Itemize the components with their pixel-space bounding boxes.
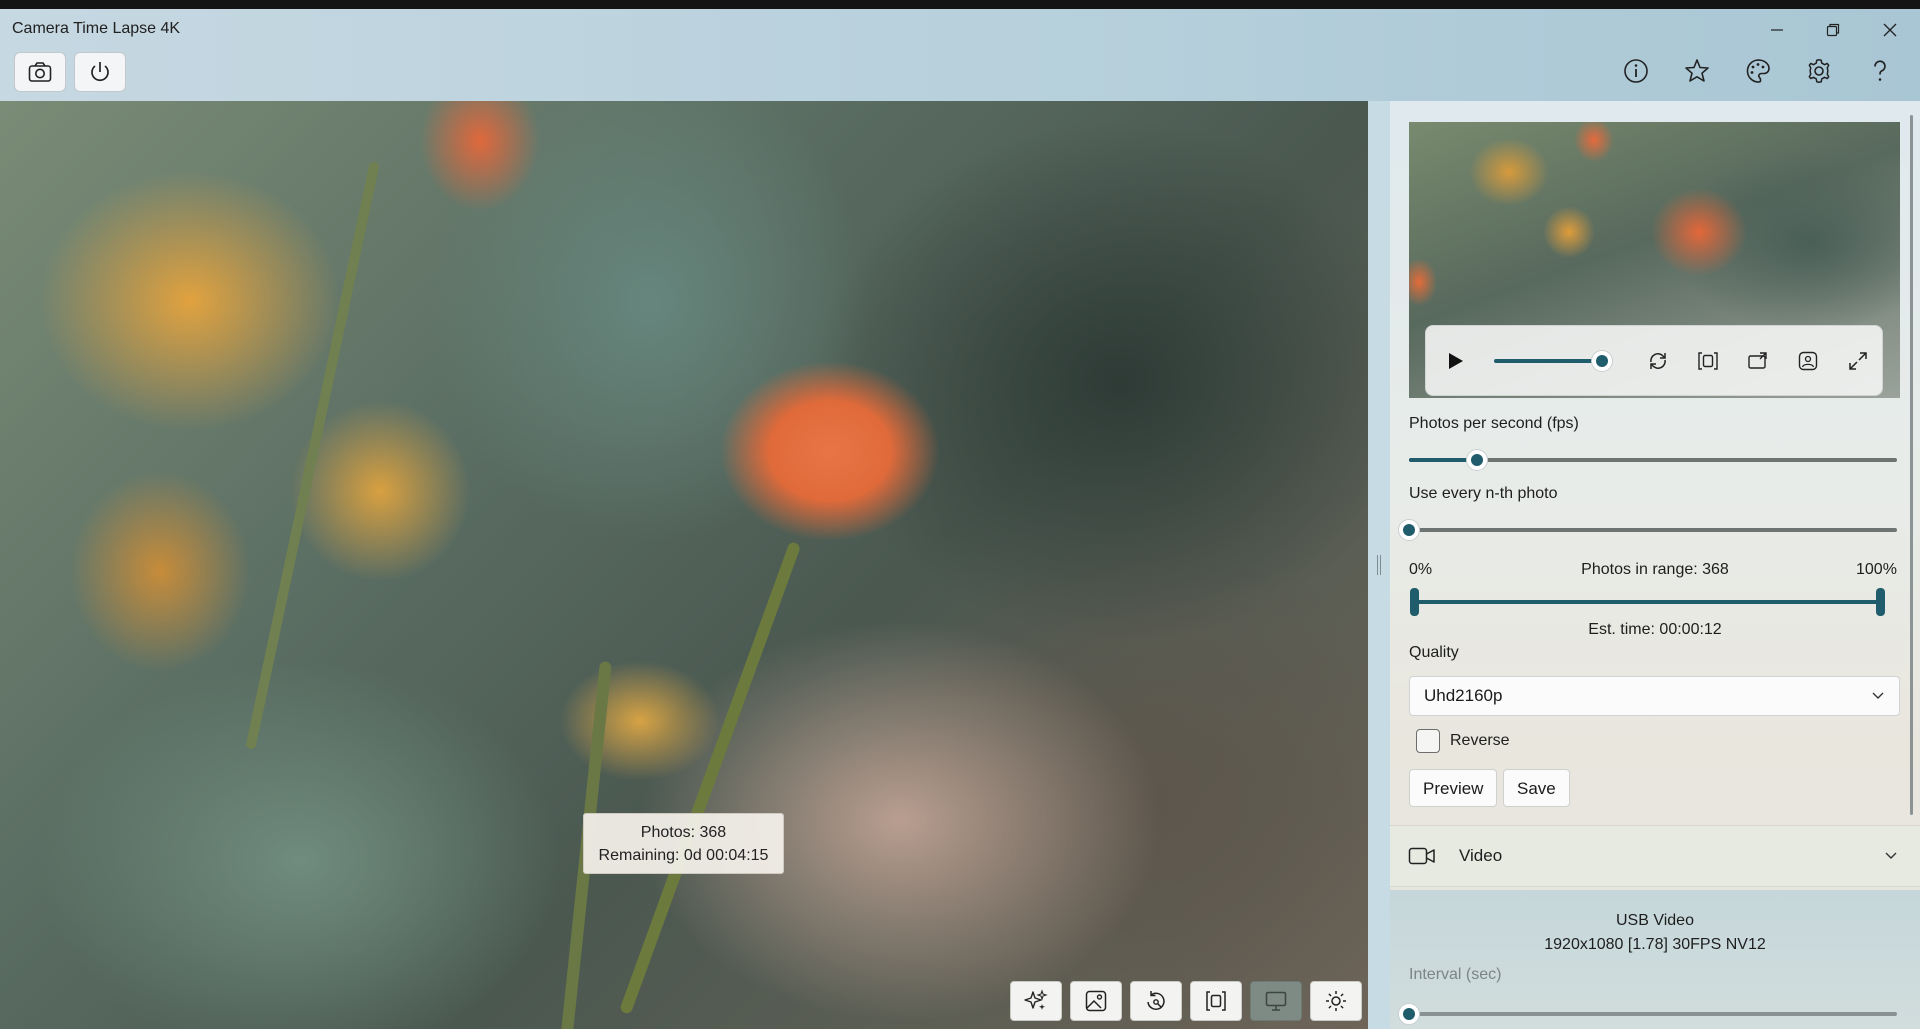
interval-slider-thumb[interactable]: [1398, 1003, 1420, 1025]
video-format: 1920x1080 [1.78] 30FPS NV12: [1544, 936, 1766, 953]
minimize-icon[interactable]: [1757, 17, 1797, 43]
nth-photo-track[interactable]: [1409, 528, 1897, 532]
fullscreen-button[interactable]: [1843, 346, 1873, 376]
capture-status-box: Photos: 368 Remaining: 0d 00:04:15: [583, 813, 784, 874]
enhance-button[interactable]: [1010, 981, 1062, 1021]
top-strip: [0, 0, 1920, 9]
play-icon: [1449, 353, 1463, 369]
interval-label: Interval (sec): [1409, 966, 1502, 983]
estimated-time: Est. time: 00:00:12: [1588, 621, 1722, 638]
aspect-icon: [1698, 352, 1718, 370]
cast-icon: [1748, 352, 1767, 369]
photos-count: Photos: 368: [640, 824, 727, 841]
rotate-icon: [1147, 991, 1165, 1011]
brightness-button[interactable]: [1310, 981, 1362, 1021]
volume-track[interactable]: [1494, 359, 1602, 363]
reverse-label: Reverse: [1450, 732, 1510, 749]
brightness-icon: [1326, 991, 1346, 1011]
magic-sparkle-icon: [1024, 989, 1048, 1010]
settings-panel: Photos per second (fps) Use every n-th p…: [1390, 101, 1920, 1029]
volume-thumb[interactable]: [1591, 350, 1613, 372]
power-icon: [91, 62, 109, 82]
media-player-controls: [1425, 325, 1883, 396]
range-track[interactable]: [1414, 600, 1880, 604]
nth-photo-label: Use every n-th photo: [1409, 485, 1558, 502]
camera-button[interactable]: [14, 52, 66, 92]
video-expander-header[interactable]: Video: [1390, 826, 1920, 887]
title-bar: Camera Time Lapse 4K: [0, 9, 1920, 101]
fps-slider-thumb[interactable]: [1466, 449, 1489, 471]
range-max-label: 100%: [1856, 561, 1897, 578]
rotate-button[interactable]: [1130, 981, 1182, 1021]
monitor-icon: [1265, 991, 1287, 1011]
quality-label: Quality: [1409, 644, 1459, 661]
splitter-grip[interactable]: [1377, 555, 1381, 575]
aspect-button[interactable]: [1693, 346, 1723, 376]
quality-selected: Uhd2160p: [1424, 686, 1503, 705]
camera-icon: [28, 62, 52, 82]
remaining-time: Remaining: 0d 00:04:15: [598, 847, 769, 864]
repeat-button[interactable]: [1643, 346, 1673, 376]
snapshot-button[interactable]: [1793, 346, 1823, 376]
palette-icon[interactable]: [1740, 53, 1776, 89]
chevron-down-icon: [1872, 692, 1884, 699]
flower-stem: [618, 541, 802, 1015]
save-button[interactable]: Save: [1503, 769, 1570, 807]
snapshot-icon: [1798, 351, 1818, 371]
video-device-name: USB Video: [1616, 912, 1694, 929]
help-icon[interactable]: [1862, 53, 1898, 89]
range-start-handle[interactable]: [1410, 588, 1419, 616]
interval-track[interactable]: [1409, 1012, 1897, 1016]
monitor-button[interactable]: [1250, 981, 1302, 1021]
video-section: USB Video 1920x1080 [1.78] 30FPS NV12 In…: [1390, 890, 1920, 1029]
app-title: Camera Time Lapse 4K: [12, 20, 181, 37]
reverse-checkbox[interactable]: [1416, 729, 1440, 753]
preview-button[interactable]: Preview: [1409, 769, 1498, 807]
nth-photo-slider-thumb[interactable]: [1398, 519, 1420, 541]
preview-video[interactable]: [1409, 122, 1900, 398]
camera-viewer[interactable]: Photos: 368 Remaining: 0d 00:04:15: [0, 101, 1368, 1029]
panel-scrollbar[interactable]: [1910, 115, 1913, 815]
play-button[interactable]: [1440, 346, 1470, 376]
fit-frame-button[interactable]: [1190, 981, 1242, 1021]
cast-button[interactable]: [1743, 346, 1773, 376]
video-section-title: Video: [1459, 846, 1503, 865]
restore-icon[interactable]: [1813, 17, 1853, 43]
fullscreen-icon: [1849, 352, 1867, 370]
power-button[interactable]: [74, 52, 126, 92]
range-end-handle[interactable]: [1876, 588, 1885, 616]
info-icon[interactable]: [1618, 53, 1654, 89]
fps-label: Photos per second (fps): [1409, 415, 1579, 432]
repeat-icon: [1650, 353, 1666, 369]
close-icon[interactable]: [1870, 17, 1910, 43]
fit-frame-icon: [1206, 991, 1226, 1011]
flower-stem: [245, 161, 380, 750]
star-icon[interactable]: [1679, 53, 1715, 89]
gear-icon[interactable]: [1801, 53, 1837, 89]
image-icon: [1085, 990, 1107, 1012]
quality-dropdown[interactable]: Uhd2160p: [1409, 676, 1900, 716]
chevron-down-icon: [1885, 852, 1897, 859]
image-button[interactable]: [1070, 981, 1122, 1021]
range-min-label: 0%: [1409, 561, 1433, 578]
photos-in-range: Photos in range: 368: [1581, 561, 1729, 578]
video-camera-icon: [1408, 847, 1435, 865]
